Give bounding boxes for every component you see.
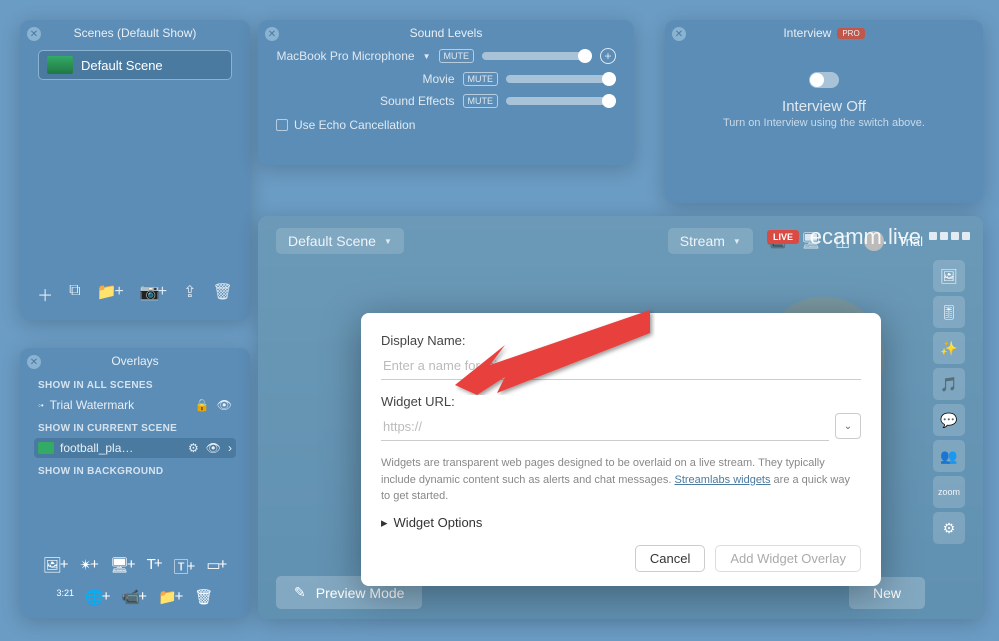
- interview-status: Interview Off: [665, 98, 983, 115]
- gear-icon[interactable]: ⚙: [188, 441, 199, 455]
- display-name-label: Display Name:: [381, 333, 861, 348]
- add-icon[interactable]: ＋: [37, 282, 53, 306]
- scenes-panel: ✕ Scenes (Default Show) Default Scene ＋ …: [20, 20, 250, 320]
- lock-icon[interactable]: 🔒: [195, 398, 210, 412]
- image-add-icon[interactable]: 🖼+: [43, 556, 69, 577]
- textbox-add-icon[interactable]: 🅃+: [174, 556, 196, 577]
- close-icon[interactable]: ✕: [27, 27, 41, 41]
- add-widget-button[interactable]: Add Widget Overlay: [715, 545, 861, 572]
- pencil-icon: ✎: [294, 584, 306, 601]
- chat-tool-icon[interactable]: 💬: [933, 404, 965, 436]
- volume-slider[interactable]: [506, 75, 616, 83]
- source-label: Sound Effects: [276, 94, 455, 108]
- globe-add-icon[interactable]: 🌐+: [85, 588, 110, 606]
- clip-add-icon[interactable]: ▭+: [206, 556, 227, 577]
- gif-add-icon[interactable]: ✴+: [79, 556, 98, 577]
- people-tool-icon[interactable]: 👥: [933, 440, 965, 472]
- chevron-right-icon: ▸: [381, 515, 388, 531]
- overlay-label: football_pla…: [60, 441, 133, 455]
- stream-dropdown[interactable]: Stream▼: [668, 228, 753, 254]
- trash-icon[interactable]: 🗑: [213, 282, 233, 306]
- echo-label: Use Echo Cancellation: [294, 118, 415, 132]
- image-tool-icon[interactable]: 🖼: [933, 260, 965, 292]
- music-tool-icon[interactable]: 🎵: [933, 368, 965, 400]
- close-icon[interactable]: ✕: [265, 27, 279, 41]
- source-label: Movie: [276, 72, 455, 86]
- scene-dropdown[interactable]: Default Scene▼: [276, 228, 404, 254]
- zoom-label[interactable]: zoom: [933, 476, 965, 508]
- sound-row-movie: Movie MUTE: [258, 68, 634, 90]
- screen-add-icon[interactable]: 🖥+: [110, 556, 136, 577]
- cancel-button[interactable]: Cancel: [635, 545, 705, 572]
- checkbox[interactable]: [276, 119, 288, 131]
- folder-add-icon[interactable]: 📁+: [97, 282, 124, 306]
- widget-url-label: Widget URL:: [381, 394, 861, 409]
- sound-title: Sound Levels: [258, 20, 634, 44]
- sound-row-fx: Sound Effects MUTE: [258, 90, 634, 112]
- scene-thumbnail: [47, 56, 73, 74]
- overlay-thumbnail: [38, 442, 54, 454]
- eye-icon[interactable]: 👁: [217, 398, 232, 412]
- volume-slider[interactable]: [506, 97, 616, 105]
- trash-icon[interactable]: 🗑: [194, 588, 213, 606]
- scene-label: Default Scene: [81, 58, 163, 73]
- scene-item[interactable]: Default Scene: [38, 50, 232, 80]
- gear-icon[interactable]: ⚙: [933, 512, 965, 544]
- overlays-toolbar: 🖼+ ✴+ 🖥+ T+ 🅃+ ▭+ 3:21 🌐+ 📹+ 📁+ 🗑: [20, 556, 250, 606]
- overlay-item-watermark[interactable]: ◦• Trial Watermark 🔒 👁: [20, 395, 250, 415]
- chevron-down-icon[interactable]: ▼: [423, 52, 431, 61]
- url-dropdown[interactable]: ⌄: [835, 413, 861, 439]
- help-text: Widgets are transparent web pages design…: [381, 455, 861, 505]
- interview-hint: Turn on Interview using the switch above…: [665, 117, 983, 129]
- volume-slider[interactable]: [482, 52, 592, 60]
- pro-badge: PRO: [837, 28, 864, 39]
- chevron-down-icon: ▼: [733, 237, 741, 246]
- overlays-panel: ✕ Overlays SHOW IN ALL SCENES ◦• Trial W…: [20, 348, 250, 618]
- right-toolbar: 🖼 🎚 ✨ 🎵 💬 👥 zoom ⚙: [931, 232, 967, 559]
- interview-panel: ✕ InterviewPRO Interview Off Turn on Int…: [665, 20, 983, 203]
- time-badge: 3:21: [57, 588, 75, 606]
- live-badge: LIVE: [767, 230, 799, 244]
- widget-url-input[interactable]: [381, 413, 829, 441]
- overlays-title: Overlays: [20, 348, 250, 372]
- eye-icon[interactable]: 👁: [206, 441, 221, 455]
- source-label: MacBook Pro Microphone: [276, 49, 415, 63]
- close-icon[interactable]: ✕: [672, 27, 686, 41]
- chevron-down-icon: ▼: [384, 237, 392, 246]
- export-icon[interactable]: ⇪: [183, 282, 196, 306]
- widget-modal: Display Name: Widget URL: ⌄ Widgets are …: [361, 313, 881, 586]
- overlay-label: Trial Watermark: [50, 398, 134, 412]
- widget-options-toggle[interactable]: ▸ Widget Options: [381, 515, 861, 531]
- section-all: SHOW IN ALL SCENES: [20, 372, 250, 395]
- folder-add-icon[interactable]: 📁+: [158, 588, 183, 606]
- camera-add-icon[interactable]: 📷+: [140, 282, 167, 306]
- wand-tool-icon[interactable]: ✨: [933, 332, 965, 364]
- interview-toggle[interactable]: [809, 72, 839, 88]
- chevron-icon[interactable]: ›: [228, 441, 232, 455]
- duplicate-icon[interactable]: ⧉: [69, 282, 80, 306]
- mute-button[interactable]: MUTE: [439, 49, 475, 63]
- overlay-item-football[interactable]: football_pla… ⚙ 👁 ›: [34, 438, 236, 458]
- adjust-tool-icon[interactable]: 🎚: [933, 296, 965, 328]
- grid-icon[interactable]: [929, 232, 970, 240]
- text-add-icon[interactable]: T+: [147, 556, 163, 577]
- mute-button[interactable]: MUTE: [463, 72, 499, 86]
- watermark-text: ecamm.live: [810, 224, 921, 250]
- section-current: SHOW IN CURRENT SCENE: [20, 415, 250, 438]
- streamlabs-link[interactable]: Streamlabs widgets: [675, 474, 771, 486]
- echo-row[interactable]: Use Echo Cancellation: [258, 112, 634, 138]
- mute-button[interactable]: MUTE: [463, 94, 499, 108]
- scenes-toolbar: ＋ ⧉ 📁+ 📷+ ⇪ 🗑: [20, 282, 250, 306]
- section-bg: SHOW IN BACKGROUND: [20, 458, 250, 481]
- display-name-input[interactable]: [381, 352, 861, 380]
- close-icon[interactable]: ✕: [27, 355, 41, 369]
- scenes-title: Scenes (Default Show): [20, 20, 250, 44]
- add-source-icon[interactable]: +: [600, 48, 616, 64]
- video-add-icon[interactable]: 📹+: [122, 588, 147, 606]
- sound-row-mic: MacBook Pro Microphone ▼ MUTE +: [258, 44, 634, 68]
- interview-title: InterviewPRO: [665, 20, 983, 44]
- sound-panel: ✕ Sound Levels MacBook Pro Microphone ▼ …: [258, 20, 634, 165]
